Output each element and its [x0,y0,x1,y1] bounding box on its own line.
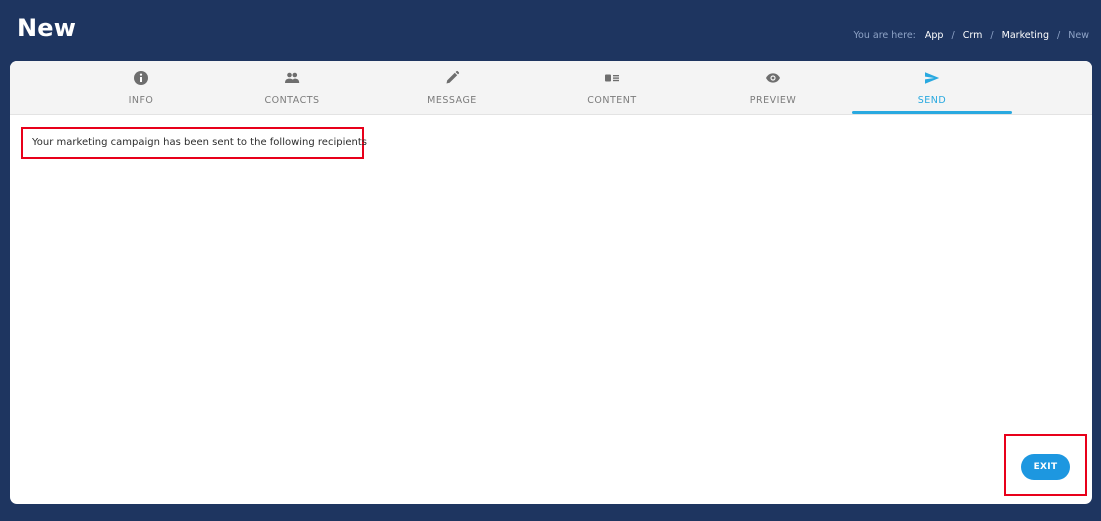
tab-info[interactable]: INFO [61,61,221,114]
tab-content[interactable]: CONTENT [532,61,692,114]
send-icon [925,72,940,84]
breadcrumb: You are here: App / Crm / Marketing / Ne… [853,30,1089,41]
content-icon [605,74,619,82]
breadcrumb-prefix: You are here: [853,30,916,41]
tab-preview[interactable]: PREVIEW [693,61,853,114]
sent-message-highlight: Your marketing campaign has been sent to… [21,127,367,159]
breadcrumb-item-app[interactable]: App [925,30,944,41]
breadcrumb-separator: / [990,30,994,41]
breadcrumb-separator: / [1057,30,1061,41]
tab-label-preview: PREVIEW [749,95,797,106]
active-tab-indicator [852,111,1012,114]
tab-label-content: CONTENT [587,95,637,106]
page-title: New [17,14,77,42]
breadcrumb-item-new: New [1068,30,1089,41]
tab-label-message: MESSAGE [427,95,477,106]
tab-label-contacts: CONTACTS [264,95,320,106]
tab-contacts[interactable]: CONTACTS [212,61,372,114]
contacts-icon [285,72,300,83]
breadcrumb-item-crm[interactable]: Crm [963,30,983,41]
breadcrumb-item-marketing[interactable]: Marketing [1002,30,1049,41]
info-icon [134,71,148,85]
sent-message: Your marketing campaign has been sent to… [32,137,367,148]
eye-icon [766,73,780,83]
wizard-tabs: INFO CONTACTS MESSAGE CONTENT PREVIEW SE… [10,61,1092,115]
tab-message[interactable]: MESSAGE [372,61,532,114]
breadcrumb-separator: / [951,30,955,41]
exit-button[interactable]: EXIT [1021,454,1070,480]
tab-send[interactable]: SEND [852,61,1012,114]
pencil-icon [446,70,460,84]
tab-label-send: SEND [917,95,947,106]
tab-label-info: INFO [128,95,154,106]
campaign-wizard-card: INFO CONTACTS MESSAGE CONTENT PREVIEW SE… [10,61,1092,504]
